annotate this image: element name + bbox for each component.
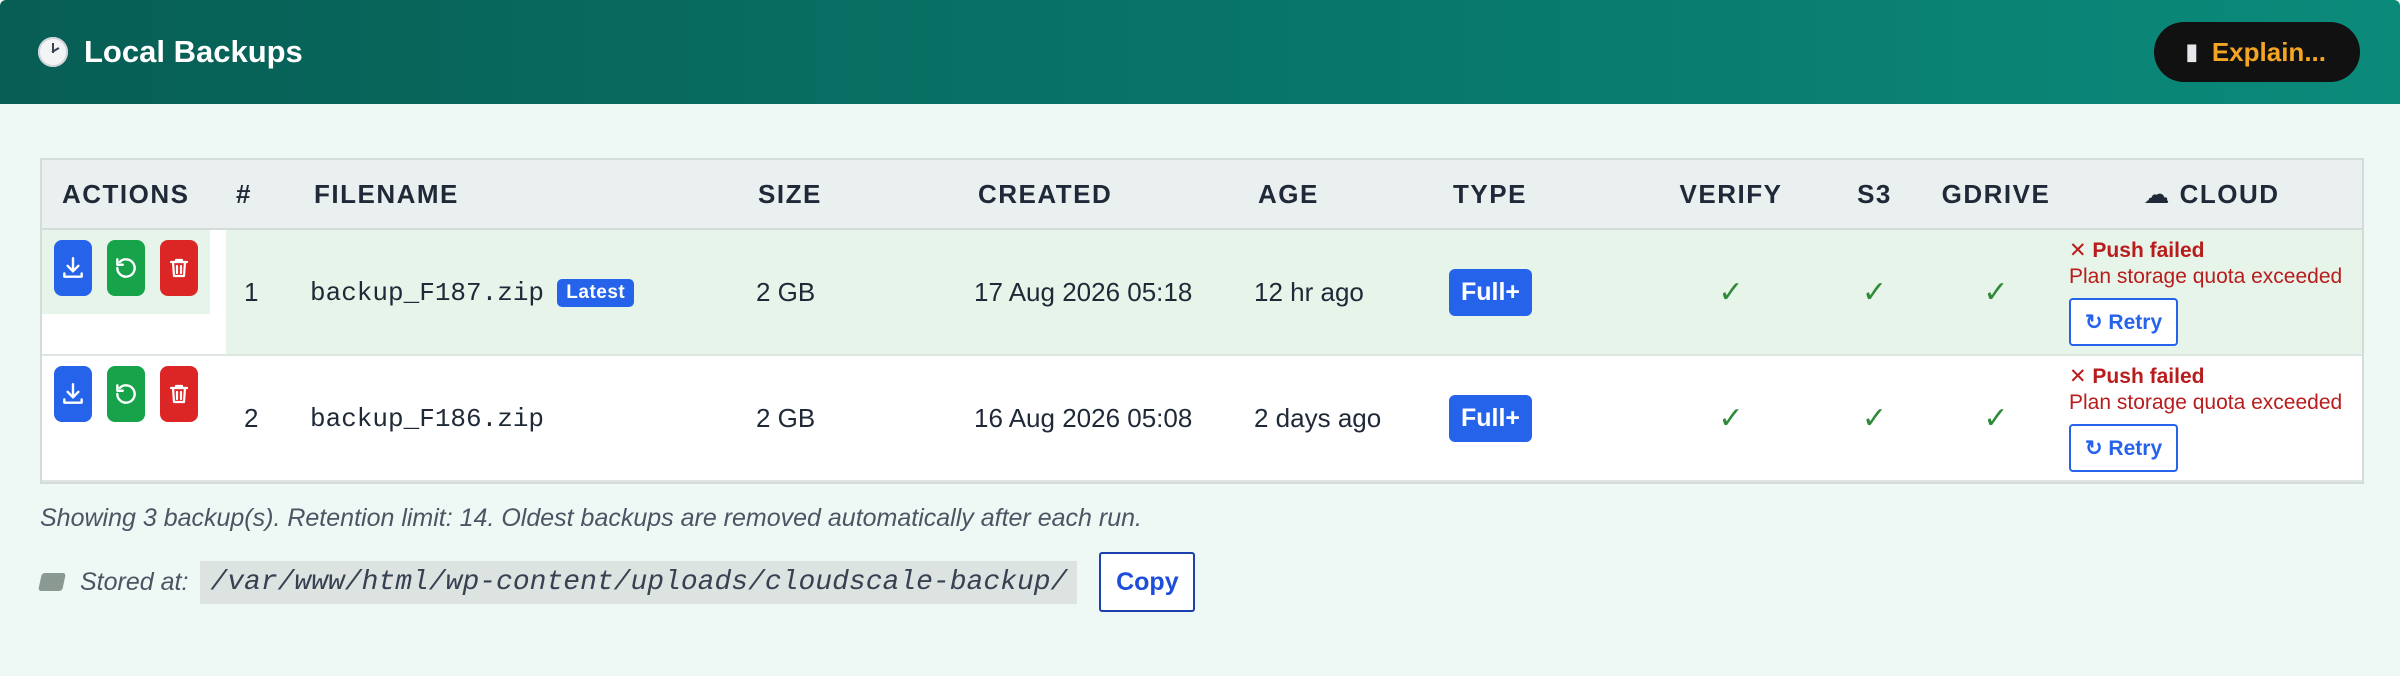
panel-header: Local Backups ▮ Explain... bbox=[0, 0, 2400, 104]
column-header-type: TYPE bbox=[1439, 160, 1644, 230]
row-filename-cell: backup_F186.zip bbox=[300, 355, 744, 481]
gdrive-check-icon: ✓ bbox=[1983, 401, 2009, 435]
type-badge: Full+ bbox=[1449, 394, 1533, 442]
cloud-status-cell: ✕ Push failed Plan storage quota exceede… bbox=[2061, 355, 2362, 481]
column-header-filename: FILENAME bbox=[300, 160, 744, 230]
header-title-group: Local Backups bbox=[38, 34, 303, 70]
explain-button[interactable]: ▮ Explain... bbox=[2153, 22, 2360, 82]
row-size: 2 GB bbox=[744, 229, 964, 355]
push-failed-reason: Plan storage quota exceeded bbox=[2069, 391, 2343, 414]
gdrive-check-icon: ✓ bbox=[1931, 229, 2061, 355]
s3-check-icon: ✓ bbox=[1818, 229, 1931, 355]
row-age: 12 hr ago bbox=[1244, 229, 1439, 355]
retry-button[interactable]: ↻ Retry bbox=[2069, 424, 2179, 472]
trash-icon bbox=[169, 384, 189, 404]
row-actions bbox=[42, 355, 226, 481]
retention-note: Showing 3 backup(s). Retention limit: 14… bbox=[40, 504, 1142, 532]
row-type-cell: Full+ bbox=[1439, 229, 1644, 355]
type-badge: Full+ bbox=[1449, 268, 1533, 316]
push-failed-status: ✕ Push failed bbox=[2069, 239, 2205, 262]
row-type-cell: Full+ bbox=[1439, 355, 1644, 481]
push-failed-status: ✕ Push failed bbox=[2069, 365, 2205, 388]
row-filename: backup_F187.zip bbox=[310, 278, 545, 308]
latest-badge: Latest bbox=[557, 279, 635, 307]
row-actions bbox=[42, 229, 226, 355]
restore-button[interactable] bbox=[107, 240, 145, 296]
column-header-number: # bbox=[226, 160, 300, 230]
row-age: 2 days ago bbox=[1254, 402, 1382, 433]
row-number: 1 bbox=[226, 229, 300, 355]
storage-path: /var/www/html/wp-content/uploads/cloudsc… bbox=[200, 560, 1078, 604]
column-header-cloud-label: CLOUD bbox=[2179, 178, 2280, 209]
table-row: 1 backup_F187.zip Latest 2 GB 17 Aug 202… bbox=[42, 229, 2362, 355]
column-header-cloud: ☁ CLOUD bbox=[2061, 160, 2362, 230]
row-number: 2 bbox=[244, 402, 259, 433]
push-failed-reason: Plan storage quota exceeded bbox=[2069, 265, 2343, 288]
restore-button[interactable] bbox=[107, 366, 145, 422]
clock-icon bbox=[38, 37, 68, 67]
cloud-icon: ☁ bbox=[2143, 178, 2171, 209]
page-title: Local Backups bbox=[84, 34, 303, 69]
download-button[interactable] bbox=[54, 366, 92, 422]
delete-button[interactable] bbox=[160, 366, 198, 422]
delete-button[interactable] bbox=[160, 240, 198, 296]
trash-icon bbox=[169, 258, 189, 278]
explain-button-label: Explain... bbox=[2211, 36, 2326, 67]
download-icon bbox=[63, 383, 83, 404]
s3-check-icon: ✓ bbox=[1861, 401, 1888, 435]
book-icon: ▮ bbox=[2185, 39, 2198, 64]
download-button[interactable] bbox=[54, 240, 92, 296]
column-header-verify: VERIFY bbox=[1644, 160, 1818, 230]
folder-icon bbox=[38, 573, 66, 591]
stored-at-label: Stored at: bbox=[80, 567, 189, 596]
column-header-gdrive: GDRIVE bbox=[1931, 160, 2061, 230]
copy-path-button[interactable]: Copy bbox=[1099, 552, 1196, 612]
column-header-size: SIZE bbox=[744, 160, 964, 230]
row-created: 16 Aug 2026 05:08 bbox=[974, 402, 1193, 433]
storage-location: Stored at: /var/www/html/wp-content/uplo… bbox=[38, 552, 1196, 612]
column-header-age: AGE bbox=[1244, 160, 1439, 230]
table-header-row: ACTIONS # FILENAME SIZE CREATED AGE TYPE… bbox=[42, 160, 2362, 230]
retry-button[interactable]: ↻ Retry bbox=[2069, 298, 2179, 346]
local-backups-panel: Local Backups ▮ Explain... ACTIONS # FIL… bbox=[0, 0, 2400, 676]
column-header-created: CREATED bbox=[964, 160, 1244, 230]
table-row: 2 backup_F186.zip 2 GB 16 Aug 2026 05:08… bbox=[42, 355, 2362, 481]
cloud-status-cell: ✕ Push failed Plan storage quota exceede… bbox=[2061, 229, 2362, 355]
row-filename-cell: backup_F187.zip Latest bbox=[300, 229, 744, 355]
row-size: 2 GB bbox=[756, 402, 816, 433]
verify-check-icon: ✓ bbox=[1718, 401, 1744, 435]
verify-check-icon: ✓ bbox=[1644, 229, 1818, 355]
restore-icon bbox=[116, 384, 136, 404]
column-header-s3: S3 bbox=[1818, 160, 1931, 230]
backups-table: ACTIONS # FILENAME SIZE CREATED AGE TYPE… bbox=[40, 158, 2364, 484]
row-created: 17 Aug 2026 05:18 bbox=[964, 229, 1244, 355]
column-header-actions: ACTIONS bbox=[42, 160, 226, 230]
download-icon bbox=[63, 257, 83, 278]
restore-icon bbox=[116, 258, 136, 278]
row-filename: backup_F186.zip bbox=[310, 404, 545, 434]
